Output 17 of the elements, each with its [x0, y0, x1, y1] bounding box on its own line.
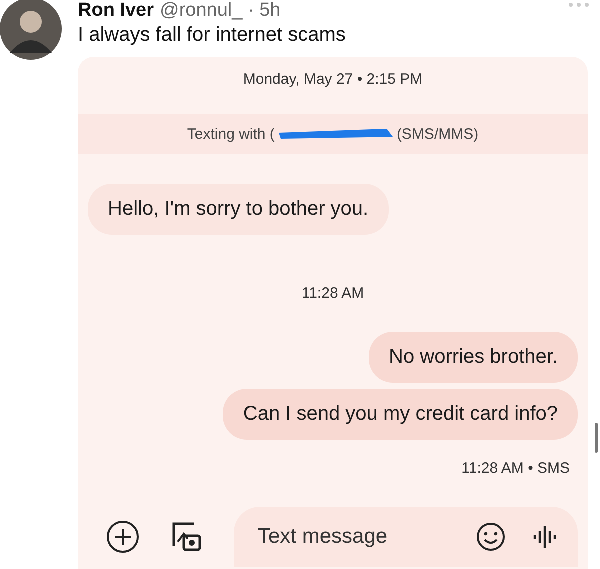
emoji-icon[interactable]	[474, 520, 508, 554]
avatar	[0, 0, 62, 60]
message-status: 11:28 AM • SMS	[462, 460, 570, 477]
outgoing-message: Can I send you my credit card info?	[223, 389, 578, 440]
add-icon[interactable]	[106, 520, 140, 554]
post-text: I always fall for internet scams	[78, 24, 347, 47]
author-handle: @ronnul_ · 5h	[160, 0, 281, 22]
gallery-icon[interactable]	[170, 520, 204, 554]
message-input-field[interactable]: Text message	[256, 524, 454, 550]
incoming-message: Hello, I'm sorry to bother you.	[88, 184, 389, 235]
scrollbar	[595, 423, 598, 453]
conversation-date: Monday, May 27 • 2:15 PM	[242, 71, 424, 88]
message-time: 11:28 AM	[302, 285, 364, 302]
outgoing-message: No worries brother.	[369, 332, 578, 383]
author-name: Ron Iver	[78, 0, 154, 22]
texting-with-label: Texting with (	[187, 126, 275, 142]
texting-with-suffix: (SMS/MMS)	[396, 126, 479, 142]
